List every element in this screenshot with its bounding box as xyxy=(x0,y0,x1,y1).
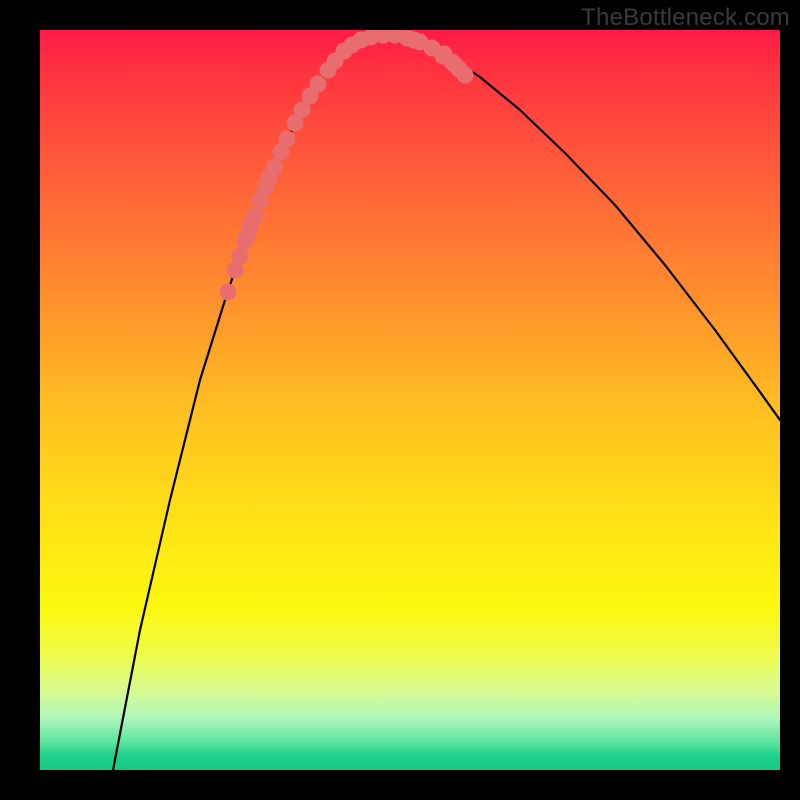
marker-dot xyxy=(406,32,423,49)
marker-dot xyxy=(247,207,264,224)
marker-dot xyxy=(310,76,327,93)
bottleneck-curve xyxy=(113,35,780,770)
marker-dot xyxy=(451,61,468,78)
marker-dot xyxy=(220,284,237,301)
marker-dot xyxy=(279,131,296,148)
watermark-text: TheBottleneck.com xyxy=(581,4,790,32)
plot-area xyxy=(40,30,780,770)
curve-svg xyxy=(40,30,780,770)
marker-dot xyxy=(266,159,283,176)
marker-dot xyxy=(232,248,249,265)
chart-frame: TheBottleneck.com xyxy=(0,0,800,800)
marker-dot xyxy=(239,228,256,245)
marker-dots xyxy=(220,30,474,301)
